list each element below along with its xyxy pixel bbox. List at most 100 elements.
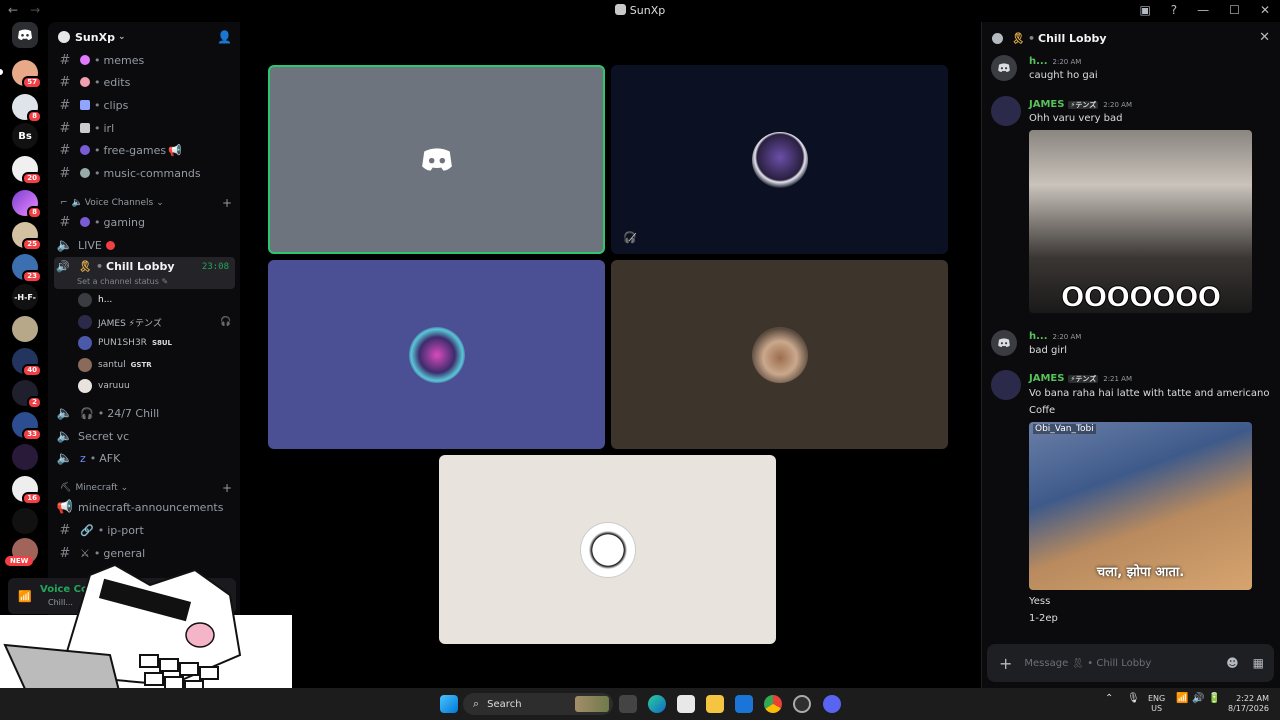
channel-memes[interactable]: # • memes <box>56 50 234 70</box>
server-icon[interactable]: 33 <box>12 412 42 441</box>
link-icon: 🔗 <box>80 523 94 537</box>
add-channel-icon[interactable]: + <box>222 481 232 495</box>
voice-tile[interactable] <box>439 455 776 644</box>
search-highlight-image <box>575 696 609 712</box>
wifi-icon[interactable]: 📶 <box>1176 694 1188 704</box>
voice-tile[interactable]: 🎧̸ <box>611 65 948 254</box>
hash-icon: # <box>59 522 71 538</box>
taskbar-search[interactable]: ⌕ Search <box>463 693 613 715</box>
category-voice-channels[interactable]: ⌐ 🔈 Voice Channels ⌄ + <box>60 195 236 211</box>
server-icon[interactable]: -H-F- <box>12 284 38 310</box>
voice-user[interactable]: h... <box>78 291 112 309</box>
volume-icon[interactable]: 🔊 <box>1192 694 1204 704</box>
add-channel-icon[interactable]: + <box>222 196 232 210</box>
avatar[interactable] <box>991 96 1021 126</box>
message-author[interactable]: h... 2:20 AM <box>1029 56 1081 67</box>
windows-start-icon[interactable] <box>440 695 458 713</box>
minimize-icon[interactable]: — <box>1197 3 1209 17</box>
channel-247-chill[interactable]: 🔈 🎧 • 24/7 Chill <box>56 403 234 423</box>
server-icon[interactable] <box>12 316 38 342</box>
server-icon[interactable]: 23 <box>12 254 42 283</box>
hash-icon: # <box>59 142 71 158</box>
edge-icon[interactable] <box>648 695 666 713</box>
channel-irl[interactable]: # • irl <box>56 118 234 138</box>
panel-header: 🎗 • Chill Lobby ✕ <box>982 22 1280 54</box>
channel-free-games[interactable]: # • free-games 📢 <box>56 140 234 160</box>
channel-live[interactable]: 🔈 LIVE <box>56 235 234 255</box>
channel-afk[interactable]: 🔈 z • AFK <box>56 448 234 468</box>
inbox-icon[interactable]: ▣ <box>1139 3 1150 17</box>
server-icon[interactable]: 8 <box>12 94 42 123</box>
channel-status-prompt[interactable]: Set a channel status ✎ <box>77 277 168 286</box>
close-icon[interactable]: ✕ <box>1259 30 1270 45</box>
gif-attachment[interactable]: OOOOOOO <box>1029 130 1252 313</box>
apps-icon[interactable]: ▦ <box>1253 656 1264 670</box>
channel-emoji-icon <box>80 217 90 227</box>
avatar <box>78 315 92 329</box>
tray-overflow-icon[interactable]: ⌃ <box>1105 694 1113 704</box>
outlook-icon[interactable] <box>735 695 753 713</box>
server-icon[interactable]: 2 <box>12 380 42 409</box>
file-explorer-icon[interactable] <box>706 695 724 713</box>
server-icon[interactable]: 16 <box>12 476 42 505</box>
store-icon[interactable] <box>677 695 695 713</box>
deafened-icon: 🎧 <box>220 317 232 327</box>
channel-edits[interactable]: # • edits <box>56 72 234 92</box>
server-icon[interactable]: 8 <box>12 190 42 219</box>
avatar <box>78 379 92 393</box>
message-author[interactable]: h... 2:20 AM <box>1029 331 1081 342</box>
channel-gaming[interactable]: # • gaming <box>56 212 234 232</box>
server-icon[interactable]: 20 <box>12 156 42 185</box>
attach-plus-icon[interactable]: + <box>999 654 1012 673</box>
clock[interactable]: 2:22 AM 8/17/2026 <box>1228 694 1269 714</box>
hash-icon: # <box>59 120 71 136</box>
server-icon[interactable] <box>12 508 38 534</box>
server-icon[interactable]: Bs <box>12 123 38 149</box>
avatar[interactable] <box>991 55 1017 81</box>
voice-tile[interactable] <box>268 65 605 254</box>
battery-icon[interactable]: 🔋 <box>1208 694 1220 704</box>
task-view-icon[interactable] <box>619 695 637 713</box>
server-icon[interactable]: 25 <box>12 222 42 251</box>
discord-home-icon[interactable] <box>12 22 38 48</box>
message-input[interactable] <box>1024 657 1205 669</box>
channel-ip-port[interactable]: # 🔗 • ip-port <box>56 520 234 540</box>
maximize-icon[interactable]: ☐ <box>1229 3 1240 17</box>
emoji-icon[interactable]: ☻ <box>1226 656 1239 670</box>
voice-user[interactable]: PUN1SH3R S8UL <box>78 334 172 352</box>
server-icon[interactable]: 40 <box>12 348 42 377</box>
discord-taskbar-icon[interactable] <box>823 695 841 713</box>
avatar[interactable] <box>991 330 1017 356</box>
add-member-icon[interactable]: 👤 <box>217 30 232 44</box>
channel-music-commands[interactable]: # • music-commands <box>56 163 234 183</box>
server-icon[interactable]: 57 <box>12 60 42 89</box>
channel-secret-vc[interactable]: 🔈 Secret vc <box>56 426 234 446</box>
channel-clips[interactable]: # • clips <box>56 95 234 115</box>
gif-watermark: Obi_Van_Tobi <box>1033 424 1096 434</box>
voice-tile[interactable] <box>611 260 948 449</box>
app-icon[interactable] <box>793 695 811 713</box>
voice-user[interactable]: JAMES ⚡テンズ 🎧 <box>78 313 231 331</box>
voice-user[interactable]: varuuu <box>78 377 130 395</box>
server-header[interactable]: SunXp ⌄ 👤 <box>48 22 240 52</box>
channel-emoji-icon <box>80 123 90 133</box>
voice-tile[interactable] <box>268 260 605 449</box>
category-minecraft[interactable]: ⛏ Minecraft ⌄ + <box>60 480 236 496</box>
help-icon[interactable]: ? <box>1171 3 1177 17</box>
mic-icon[interactable]: 🎙 <box>1127 694 1140 704</box>
channel-minecraft-announcements[interactable]: 📢 minecraft-announcements <box>56 497 234 517</box>
language-indicator[interactable]: ENG US <box>1148 694 1165 714</box>
close-window-icon[interactable]: ✕ <box>1260 3 1270 17</box>
chrome-icon[interactable] <box>764 695 782 713</box>
server-logo-icon <box>58 31 70 43</box>
thread-icon: ⌐ <box>60 198 68 208</box>
voice-user[interactable]: santul GSTR <box>78 356 152 374</box>
pencil-icon: ✎ <box>161 277 169 286</box>
avatar[interactable] <box>991 370 1021 400</box>
message-author[interactable]: JAMES ⚡テンズ 2:20 AM <box>1029 99 1132 110</box>
message-text: 1-2ep <box>1029 613 1058 624</box>
message-author[interactable]: JAMES ⚡テンズ 2:21 AM <box>1029 373 1132 384</box>
server-icon[interactable] <box>12 444 38 470</box>
gif-attachment[interactable]: Obi_Van_Tobi चला, झोपा आता. <box>1029 422 1252 590</box>
message-text: caught ho gai <box>1029 70 1098 81</box>
